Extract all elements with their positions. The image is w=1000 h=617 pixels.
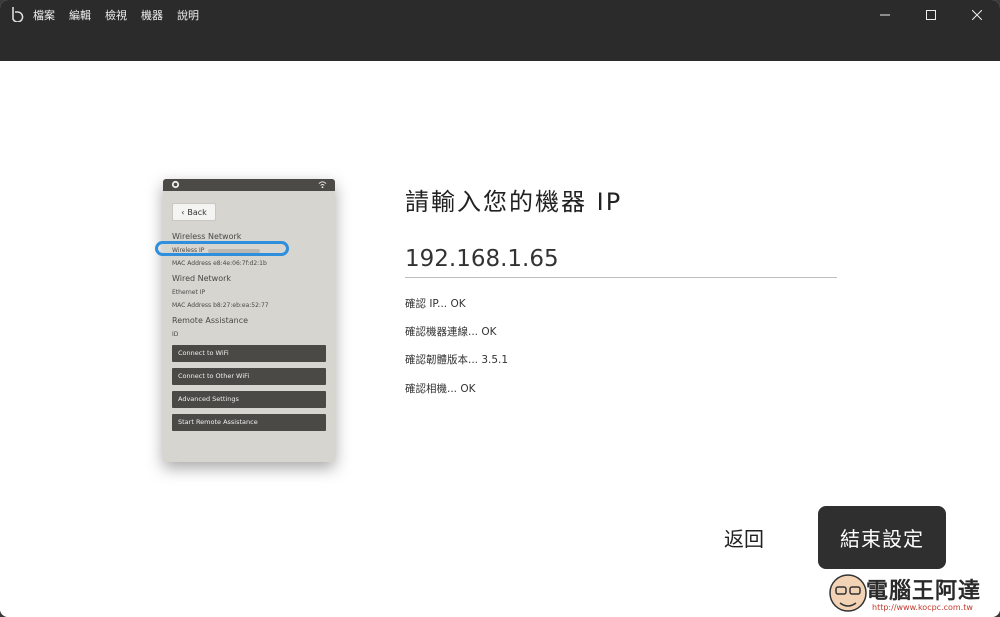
device-start-remote: Start Remote Assistance	[172, 414, 326, 431]
maximize-icon	[926, 10, 936, 20]
wifi-icon	[318, 181, 327, 189]
minimize-icon	[880, 14, 890, 16]
ethernet-ip-label: Ethernet IP	[172, 289, 206, 296]
status-camera: 確認相機... OK	[405, 383, 476, 395]
window-controls	[862, 0, 1000, 30]
minimize-button[interactable]	[862, 0, 908, 30]
back-button[interactable]: 返回	[724, 523, 764, 552]
device-connect-wifi: Connect to WiFi	[172, 345, 326, 362]
watermark-url: http://www.kocpc.com.tw	[872, 603, 973, 612]
status-connection: 確認機器連線... OK	[405, 326, 497, 338]
finish-setup-button[interactable]: 結束設定	[818, 506, 946, 569]
menu-help[interactable]: 說明	[177, 7, 199, 23]
close-icon	[972, 10, 982, 20]
wireless-title: Wireless Network	[172, 232, 242, 241]
app-window: 檔案 編輯 檢視 機器 說明 ‹ Back Wireless Network W…	[0, 0, 1000, 617]
wired-title: Wired Network	[172, 274, 232, 283]
app-logo-icon	[12, 7, 24, 22]
maximize-button[interactable]	[908, 0, 954, 30]
remote-title: Remote Assistance	[172, 316, 249, 325]
gear-icon	[171, 180, 180, 189]
menu-bar: 檔案 編輯 檢視 機器 說明	[33, 7, 213, 23]
menu-view[interactable]: 檢視	[105, 7, 127, 23]
status-firmware: 確認韌體版本... 3.5.1	[405, 354, 509, 366]
device-status-bar	[163, 179, 335, 191]
mac-address-2: MAC Address b8:27:eb:ea:52:77	[172, 302, 269, 309]
close-button[interactable]	[954, 0, 1000, 30]
device-back-button: ‹ Back	[172, 203, 216, 221]
wireless-ip-highlight	[155, 241, 289, 256]
mascot-face-icon	[829, 574, 867, 612]
ip-input[interactable]	[405, 241, 837, 278]
mac-address-1: MAC Address e8:4e:06:7f:d2:1b	[172, 260, 267, 267]
chevron-left-icon: ‹	[181, 207, 185, 217]
main-content: ‹ Back Wireless Network Wireless IP MAC …	[0, 61, 1000, 617]
menu-machine[interactable]: 機器	[141, 7, 163, 23]
watermark: 電腦王阿達 http://www.kocpc.com.tw	[826, 571, 996, 617]
device-advanced-settings: Advanced Settings	[172, 391, 326, 408]
device-connect-other-wifi: Connect to Other WiFi	[172, 368, 326, 385]
menu-file[interactable]: 檔案	[33, 7, 55, 23]
watermark-name: 電腦王阿達	[866, 579, 982, 604]
page-title: 請輸入您的機器 IP	[405, 188, 623, 216]
id-label: ID	[172, 331, 179, 338]
status-ip: 確認 IP... OK	[405, 298, 466, 310]
menu-edit[interactable]: 編輯	[69, 7, 91, 23]
title-bar: 檔案 編輯 檢視 機器 說明	[0, 0, 1000, 61]
device-back-label: Back	[187, 207, 207, 217]
device-preview: ‹ Back Wireless Network Wireless IP MAC …	[163, 179, 335, 462]
